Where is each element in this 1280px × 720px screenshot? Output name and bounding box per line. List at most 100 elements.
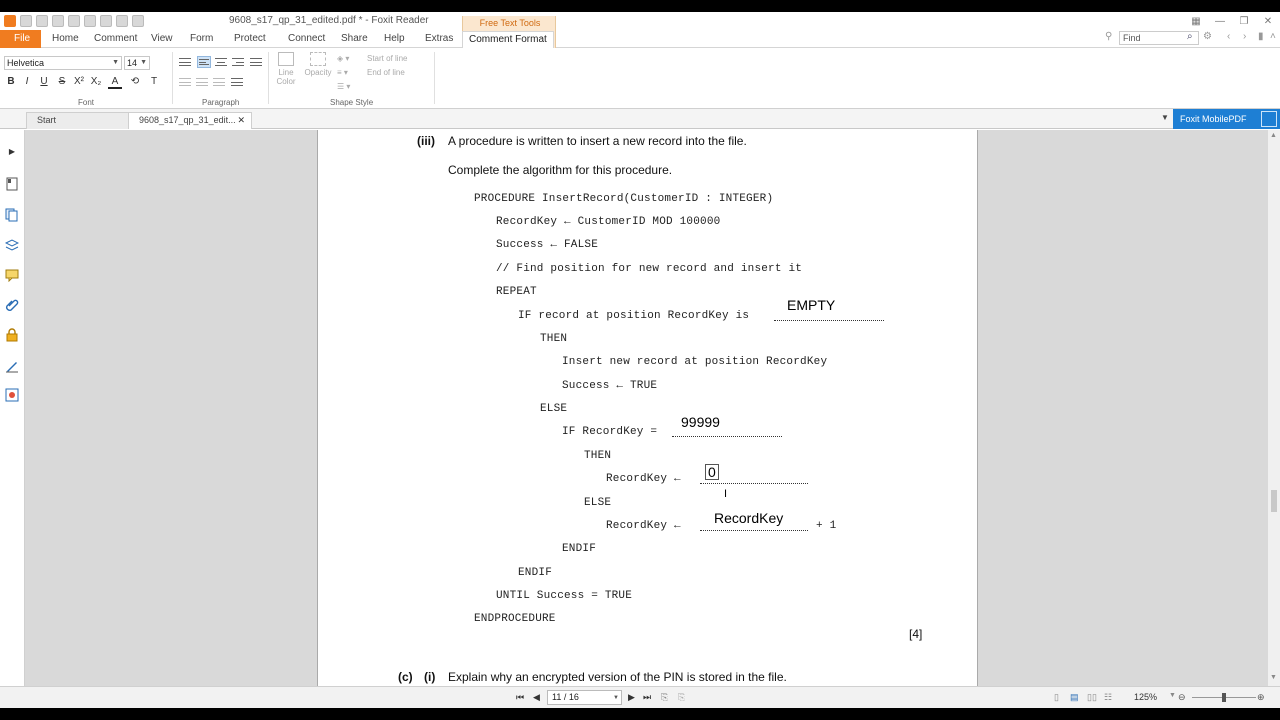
line-style-icon[interactable]: ≡ ▾ [337, 68, 348, 77]
zoom-out-icon[interactable]: ⊖ [1178, 692, 1186, 703]
end-of-line-select[interactable]: End of line [367, 68, 405, 77]
continuous-page-icon[interactable]: ▤ [1070, 692, 1079, 703]
last-page-icon[interactable]: ⏭ [643, 692, 651, 703]
tab-comment-format[interactable]: Comment Format [462, 31, 554, 49]
first-page-icon[interactable]: ⏮ [516, 692, 524, 703]
expand-panel-icon[interactable]: ▶ [5, 144, 19, 158]
restore-button[interactable]: ❐ [1232, 12, 1256, 30]
bold-button[interactable]: B [4, 76, 18, 87]
tab-protect[interactable]: Protect [234, 33, 266, 44]
font-color-button[interactable]: A [108, 76, 122, 89]
zoom-in-icon[interactable]: ⊕ [1257, 692, 1265, 703]
subscript-button[interactable]: X₂ [89, 76, 103, 87]
layers-icon[interactable] [5, 238, 19, 252]
search-icon[interactable]: ⌕ [1187, 31, 1193, 42]
ribbon-display-icon[interactable]: ▦ [1184, 12, 1208, 30]
bullet-list-icon[interactable] [178, 56, 192, 68]
text-tool-icon[interactable]: ⟲ [128, 76, 142, 87]
start-of-line-select[interactable]: Start of line [367, 54, 407, 63]
font-size-select[interactable]: 14 ▼ [124, 56, 150, 70]
italic-button[interactable]: I [20, 76, 34, 87]
vertical-scrollbar[interactable]: ▲ ▼ [1268, 130, 1280, 686]
tab-connect[interactable]: Connect [288, 33, 325, 44]
content-icon[interactable] [5, 388, 19, 402]
close-icon[interactable]: ✕ [237, 113, 245, 128]
tab-extras[interactable]: Extras [425, 33, 453, 44]
undo-icon[interactable] [100, 15, 112, 27]
signature-icon[interactable] [5, 359, 19, 373]
tab-home[interactable]: Home [52, 33, 79, 44]
scroll-up-icon[interactable]: ▲ [1270, 132, 1277, 139]
forward-icon[interactable]: › [1243, 31, 1246, 42]
align-left-icon[interactable] [197, 56, 211, 68]
tab-file[interactable]: File [0, 30, 41, 48]
single-page-icon[interactable]: ▯ [1054, 692, 1059, 703]
chevron-up-icon[interactable]: ˄ [1270, 31, 1276, 42]
previous-view-icon[interactable]: ⎘ [661, 692, 668, 703]
bookmarks-icon[interactable] [5, 177, 19, 191]
answer-blank [672, 436, 782, 437]
continuous-facing-icon[interactable]: ☷ [1104, 692, 1112, 703]
minimize-button[interactable]: — [1208, 12, 1232, 30]
pages-icon[interactable] [5, 208, 19, 222]
outdent-icon[interactable] [195, 76, 209, 88]
foxit-mobilepdf-button[interactable]: Foxit MobilePDF [1173, 109, 1280, 129]
zoom-slider[interactable] [1192, 693, 1256, 702]
tab-share[interactable]: Share [341, 33, 368, 44]
page-number-input[interactable]: 11 / 16 ▼ [547, 690, 622, 705]
attachments-icon[interactable] [5, 298, 19, 312]
tab-form[interactable]: Form [190, 33, 213, 44]
superscript-button[interactable]: X² [72, 76, 86, 87]
underline-button[interactable]: U [37, 76, 51, 87]
answer-recordkey[interactable]: RecordKey [714, 510, 783, 526]
strikethrough-button[interactable]: S [55, 76, 69, 87]
answer-max-key[interactable]: 99999 [681, 414, 720, 430]
align-center-icon[interactable] [214, 56, 228, 68]
print-icon[interactable] [52, 15, 64, 27]
tab-list-dropdown-icon[interactable]: ▼ [1161, 113, 1169, 122]
answer-zero-textbox[interactable]: 0 [705, 464, 719, 480]
font-family-select[interactable]: Helvetica ▼ [4, 56, 122, 70]
paragraph-spacing-icon[interactable] [230, 76, 244, 88]
find-options-icon[interactable]: ⚲ [1105, 31, 1112, 42]
scroll-down-icon[interactable]: ▼ [1270, 674, 1277, 681]
document-viewport[interactable]: (iii) A procedure is written to insert a… [25, 130, 1268, 686]
answer-empty[interactable]: EMPTY [787, 297, 835, 313]
line-spacing-icon[interactable] [212, 76, 226, 88]
gear-icon[interactable]: ⚙ [1203, 31, 1212, 42]
tab-view[interactable]: View [151, 33, 173, 44]
foxit-app-icon[interactable] [4, 15, 16, 27]
opacity-button[interactable]: Opacity [303, 52, 333, 77]
save-icon[interactable] [36, 15, 48, 27]
text-style-button[interactable]: T [147, 76, 161, 87]
facing-page-icon[interactable]: ▯▯ [1087, 692, 1097, 703]
redo-icon[interactable] [116, 15, 128, 27]
indent-icon[interactable] [178, 76, 192, 88]
close-button[interactable]: ✕ [1256, 12, 1280, 30]
zoom-level[interactable]: 125% [1134, 692, 1157, 702]
hand-tool-icon[interactable] [132, 15, 144, 27]
open-icon[interactable] [20, 15, 32, 27]
back-icon[interactable]: ‹ [1227, 31, 1230, 42]
fill-color-icon[interactable]: ◈ ▾ [337, 54, 349, 63]
tab-start[interactable]: Start [26, 112, 130, 129]
new-icon[interactable] [84, 15, 96, 27]
zoom-slider-knob[interactable] [1222, 693, 1226, 702]
zoom-dropdown-icon[interactable]: ▼ [1169, 692, 1176, 699]
align-right-icon[interactable] [231, 56, 245, 68]
tab-help[interactable]: Help [384, 33, 405, 44]
bookmark-icon[interactable]: ▮ [1258, 31, 1264, 42]
code-line: ENDPROCEDURE [474, 613, 556, 625]
tab-comment[interactable]: Comment [94, 33, 137, 44]
email-icon[interactable] [68, 15, 80, 27]
line-width-icon[interactable]: ☰ ▾ [337, 82, 350, 91]
comments-icon[interactable] [5, 268, 19, 282]
previous-page-icon[interactable]: ◀ [533, 692, 540, 703]
tab-current-document[interactable]: 9608_s17_qp_31_edit... ✕ [128, 112, 252, 129]
scrollbar-thumb[interactable] [1271, 490, 1277, 512]
line-color-button[interactable]: Line Color [273, 52, 299, 86]
next-page-icon[interactable]: ▶ [628, 692, 635, 703]
lock-icon[interactable] [5, 328, 19, 342]
justify-icon[interactable] [249, 56, 263, 68]
next-view-icon[interactable]: ⎘ [678, 692, 685, 703]
